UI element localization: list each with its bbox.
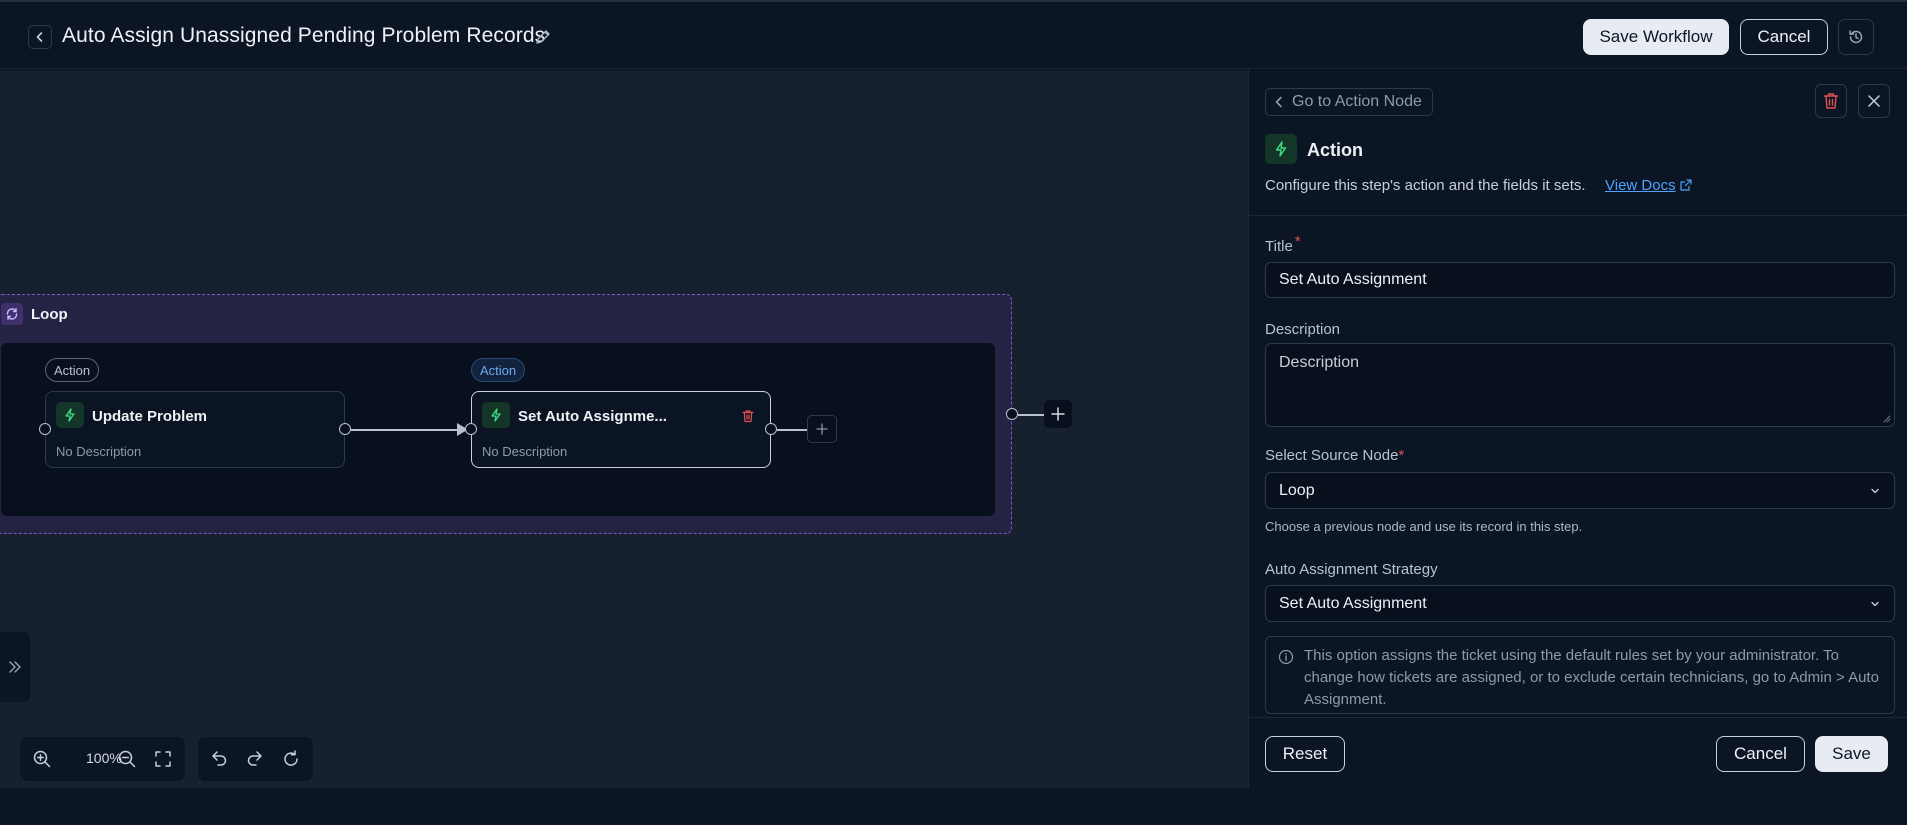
loop-output-port[interactable] (1006, 408, 1018, 420)
add-node-after-loop-button[interactable] (1044, 400, 1072, 428)
zoom-out-icon[interactable] (117, 749, 137, 769)
output-port[interactable] (765, 423, 777, 435)
history-button[interactable] (1838, 19, 1874, 55)
panel-footer: Reset Cancel Save (1249, 717, 1907, 788)
loop-title: Loop (31, 305, 68, 323)
header-cancel-button[interactable]: Cancel (1740, 19, 1828, 55)
description-placeholder: Description (1279, 354, 1360, 371)
node-description: No Description (56, 444, 142, 459)
redo-icon[interactable] (245, 749, 265, 769)
refresh-icon[interactable] (281, 749, 301, 769)
input-port[interactable] (465, 423, 477, 435)
node-title: Set Auto Assignme... (518, 408, 667, 425)
close-icon (1868, 95, 1880, 107)
chevron-down-icon (1871, 488, 1879, 493)
bolt-icon (1265, 134, 1297, 164)
source-node-hint: Choose a previous node and use its recor… (1265, 519, 1583, 534)
info-icon (1278, 649, 1294, 665)
bolt-icon (56, 402, 84, 428)
output-port[interactable] (339, 423, 351, 435)
resize-handle-icon[interactable] (1881, 413, 1891, 423)
chevron-left-icon (1275, 96, 1282, 108)
action-settings-panel: Go to Action Node Action Configure this … (1248, 70, 1907, 788)
pencil-icon[interactable] (534, 28, 552, 46)
source-node-value: Loop (1279, 481, 1315, 499)
info-box: This option assigns the ticket using the… (1265, 636, 1895, 714)
bottom-strip (0, 788, 1907, 825)
plus-icon (1051, 407, 1065, 421)
zoom-in-icon[interactable] (32, 749, 52, 769)
history-icon (1849, 30, 1863, 44)
description-label: Description (1265, 321, 1341, 338)
trash-icon (1823, 93, 1839, 109)
expand-sidebar-icon (9, 661, 21, 673)
update-problem-node[interactable]: Update Problem No Description (45, 391, 345, 468)
back-icon (36, 32, 43, 42)
external-link-icon[interactable] (1679, 178, 1693, 192)
info-text: This option assigns the ticket using the… (1304, 647, 1879, 708)
divider (1249, 215, 1907, 216)
panel-cancel-button[interactable]: Cancel (1716, 736, 1805, 772)
source-node-select[interactable]: Loop (1265, 472, 1895, 509)
close-panel-button[interactable] (1858, 84, 1890, 118)
fit-view-icon[interactable] (153, 749, 173, 769)
node-tag: Action (45, 358, 100, 382)
title-input[interactable]: Set Auto Assignment (1265, 262, 1895, 298)
loop-header: Loop (1, 303, 68, 325)
zoom-toolbar: 100% (20, 737, 185, 781)
go-to-action-node-label: Go to Action Node (1292, 93, 1422, 110)
back-button[interactable] (28, 25, 52, 49)
plus-icon (816, 423, 828, 435)
view-docs-link[interactable]: View Docs (1605, 177, 1676, 194)
source-node-label: Select Source Node* (1265, 447, 1405, 464)
reset-button[interactable]: Reset (1265, 736, 1345, 772)
chevron-down-icon (1871, 601, 1879, 606)
go-to-action-node-button[interactable]: Go to Action Node (1265, 88, 1433, 116)
loop-body: Action Update Problem No Description Act… (1, 343, 995, 516)
trash-icon[interactable] (741, 409, 755, 423)
node-tag: Action (471, 358, 526, 382)
expand-sidebar-button[interactable] (0, 632, 30, 702)
bolt-icon (482, 402, 510, 428)
action-title: Action (1307, 140, 1363, 160)
description-textarea[interactable]: Description (1265, 343, 1895, 427)
title-label: Title * (1265, 233, 1301, 255)
history-toolbar (198, 737, 313, 781)
node-title: Update Problem (92, 408, 208, 425)
undo-icon[interactable] (209, 749, 229, 769)
loop-icon (1, 303, 23, 325)
node-description: No Description (482, 444, 568, 459)
save-workflow-button[interactable]: Save Workflow (1583, 19, 1729, 55)
strategy-label: Auto Assignment Strategy (1265, 561, 1438, 578)
strategy-value: Set Auto Assignment (1279, 594, 1427, 612)
page-title: Auto Assign Unassigned Pending Problem R… (62, 24, 546, 47)
top-header: Auto Assign Unassigned Pending Problem R… (0, 0, 1907, 69)
delete-node-button[interactable] (1815, 84, 1847, 118)
connector-line (351, 429, 467, 431)
connector-line (1018, 414, 1044, 416)
add-node-button[interactable] (807, 415, 837, 443)
strategy-select[interactable]: Set Auto Assignment (1265, 585, 1895, 622)
connector-line (777, 429, 809, 431)
config-description: Configure this step's action and the fie… (1265, 177, 1586, 194)
input-port[interactable] (39, 423, 51, 435)
set-auto-assignment-node[interactable]: Set Auto Assignme... No Description (471, 391, 771, 468)
workflow-canvas[interactable]: Loop Action Update Problem No Descriptio… (0, 70, 1248, 788)
loop-container[interactable]: Loop Action Update Problem No Descriptio… (0, 294, 1012, 534)
save-button[interactable]: Save (1815, 736, 1888, 772)
